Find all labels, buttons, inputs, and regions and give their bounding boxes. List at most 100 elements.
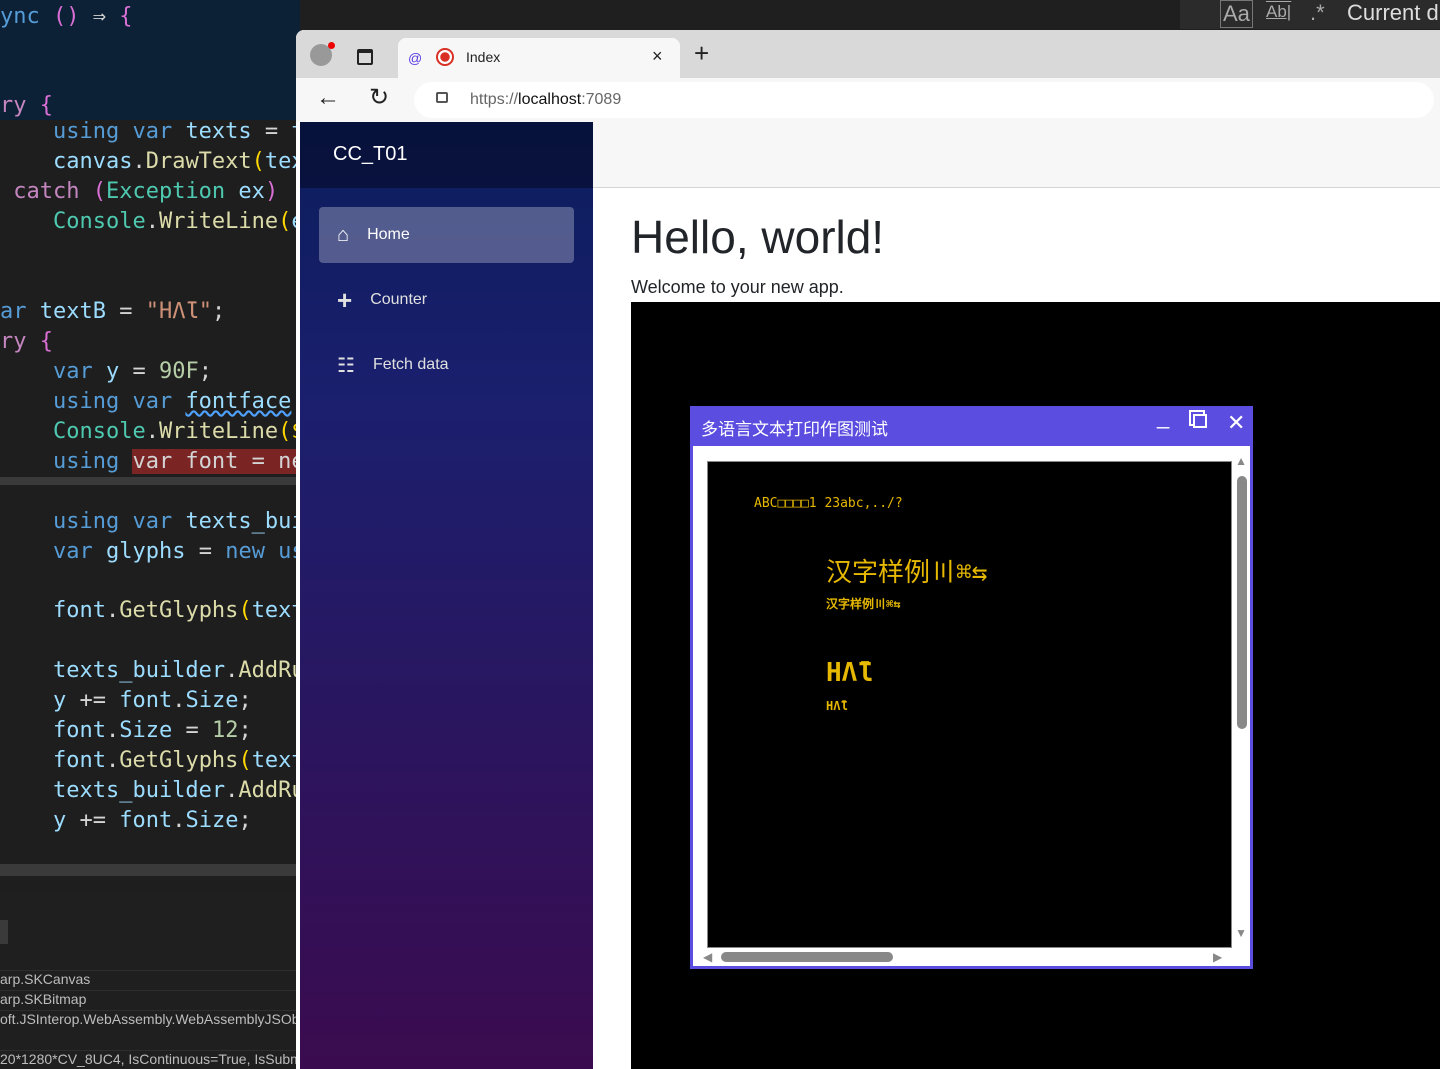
code-line[interactable]: ry { bbox=[0, 327, 53, 357]
code-token: ry bbox=[0, 329, 40, 354]
list-icon: ☷ bbox=[337, 353, 355, 378]
code-token: ; bbox=[238, 808, 251, 833]
dialog-window: 多语言文本打印作图测试 _ ✕ ABC□□□□1 23abc,../? 汉字样例… bbox=[690, 406, 1253, 969]
back-icon[interactable]: ← bbox=[316, 84, 340, 112]
code-token: texts_buil bbox=[185, 509, 300, 534]
code-line[interactable]: canvas.DrawText(text bbox=[0, 147, 300, 177]
code-token: ; bbox=[212, 299, 225, 324]
nav-fetch-data[interactable]: ☷Fetch data bbox=[319, 337, 574, 393]
locals-row: arp.SKBitmap bbox=[0, 990, 300, 1009]
code-token: 90F bbox=[159, 359, 199, 384]
code-token: texts bbox=[185, 119, 251, 144]
close-tab-icon[interactable]: × bbox=[652, 46, 663, 67]
search-scope[interactable]: Current d bbox=[1347, 0, 1439, 26]
horizontal-scrollbar[interactable] bbox=[0, 864, 300, 876]
main-content: Hello, world! Welcome to your new app. 多… bbox=[593, 122, 1440, 1069]
code-token: using bbox=[0, 449, 132, 474]
code-editor[interactable]: ync () ⇒ {ry { using var texts = te canv… bbox=[0, 0, 300, 1069]
sample-text-cjk-small: 汉字样例〣⌘⇆ bbox=[826, 595, 900, 612]
code-token: WriteLine bbox=[159, 419, 278, 444]
address-bar[interactable]: https://localhost:7089 bbox=[414, 82, 1434, 118]
code-line[interactable]: catch (Exception ex) bbox=[0, 177, 278, 207]
code-line[interactable]: font.GetGlyphs(textB bbox=[0, 596, 300, 626]
regex-toggle[interactable]: .* bbox=[1310, 0, 1325, 26]
code-token: textB bbox=[252, 748, 300, 773]
nav-counter[interactable]: +Counter bbox=[319, 272, 574, 328]
sample-text-cjk-large: 汉字样例〣⌘⇆ bbox=[826, 552, 987, 589]
dialog-titlebar[interactable]: 多语言文本打印作图测试 _ ✕ bbox=[693, 406, 1250, 446]
code-line[interactable]: y += font.Size; bbox=[0, 806, 252, 836]
code-token: "HΛ̄Ɩ" bbox=[146, 299, 212, 324]
address-bar-row: ← ↻ https://localhost:7089 bbox=[296, 78, 1440, 122]
skia-canvas[interactable]: 多语言文本打印作图测试 _ ✕ ABC□□□□1 23abc,../? 汉字样例… bbox=[631, 302, 1440, 1069]
code-token: () bbox=[53, 4, 80, 29]
minimize-icon[interactable]: _ bbox=[1157, 404, 1169, 430]
code-token: ex bbox=[225, 179, 265, 204]
code-token: { bbox=[119, 4, 132, 29]
code-token: var bbox=[0, 359, 106, 384]
code-token: texts_builder bbox=[0, 658, 225, 683]
code-line[interactable]: texts_builder.AddRun bbox=[0, 656, 300, 686]
code-token: { bbox=[40, 329, 53, 354]
editor-divider bbox=[0, 477, 300, 485]
brand[interactable]: CC_T01 bbox=[300, 122, 593, 188]
dropdown[interactable] bbox=[0, 920, 8, 944]
code-line[interactable]: var y = 90F; bbox=[0, 357, 212, 387]
code-token: Console bbox=[0, 209, 146, 234]
code-line[interactable]: ync () ⇒ { bbox=[0, 2, 132, 32]
code-token: ⇒ bbox=[79, 4, 119, 29]
scroll-down-arrow-icon[interactable]: ▼ bbox=[1235, 926, 1247, 940]
code-token: ( bbox=[252, 149, 265, 174]
code-token: Size bbox=[119, 718, 172, 743]
code-line[interactable]: Console.WriteLine(ex bbox=[0, 207, 300, 237]
code-token: ync bbox=[0, 4, 53, 29]
code-token: font bbox=[119, 808, 172, 833]
code-token: ; bbox=[238, 688, 251, 713]
url-scheme: https:// bbox=[470, 91, 518, 108]
sample-text-special-small: HΛ̄Ɩ bbox=[826, 699, 848, 713]
nav-home[interactable]: ⌂Home bbox=[319, 207, 574, 263]
code-token: . bbox=[146, 209, 159, 234]
scroll-up-arrow-icon[interactable]: ▲ bbox=[1235, 454, 1247, 468]
code-line[interactable]: var glyphs = new us bbox=[0, 537, 300, 567]
code-token: ( bbox=[278, 209, 291, 234]
code-token: . bbox=[132, 149, 145, 174]
code-token: AddRun bbox=[238, 658, 300, 683]
code-line[interactable]: font.Size = 12; bbox=[0, 716, 252, 746]
code-token: y bbox=[0, 808, 66, 833]
code-token: . bbox=[146, 419, 159, 444]
code-token: ; bbox=[238, 718, 251, 743]
code-token: . bbox=[172, 688, 185, 713]
match-case-toggle[interactable]: Aa bbox=[1220, 0, 1253, 28]
code-line[interactable]: using var texts_buil bbox=[0, 507, 300, 537]
code-token: var bbox=[0, 539, 106, 564]
sample-text-special-large: HΛ̄Ɩ bbox=[826, 658, 873, 688]
blazor-favicon-icon: @ bbox=[408, 50, 422, 66]
code-token: = bbox=[172, 718, 212, 743]
page-title: Hello, world! bbox=[631, 210, 884, 264]
tab-index[interactable]: @ Index × bbox=[398, 38, 680, 78]
new-tab-button[interactable]: + bbox=[694, 38, 709, 69]
close-icon[interactable]: ✕ bbox=[1227, 410, 1245, 436]
scroll-left-arrow-icon[interactable]: ◀ bbox=[703, 950, 712, 964]
code-token: DrawText bbox=[146, 149, 252, 174]
code-line[interactable]: using var font = new bbox=[0, 447, 300, 477]
code-line[interactable]: using var texts = te bbox=[0, 117, 300, 147]
code-token: ) bbox=[265, 179, 278, 204]
code-line[interactable]: ar textB = "HΛ̄Ɩ"; bbox=[0, 297, 225, 327]
web-page: CC_T01 ⌂Home +Counter ☷Fetch data Hello,… bbox=[300, 122, 1440, 1069]
scroll-right-arrow-icon[interactable]: ▶ bbox=[1213, 950, 1222, 964]
restore-icon[interactable] bbox=[1193, 414, 1207, 428]
locals-row: oft.JSInterop.WebAssembly.WebAssemblyJSO… bbox=[0, 1010, 300, 1029]
vertical-tabs-icon[interactable] bbox=[357, 49, 373, 65]
reload-icon[interactable]: ↻ bbox=[369, 83, 389, 112]
whole-word-toggle[interactable]: Ab| bbox=[1266, 2, 1291, 22]
code-line[interactable]: texts_builder.AddRun bbox=[0, 776, 300, 806]
vertical-scrollbar-thumb[interactable] bbox=[1237, 476, 1247, 729]
code-token: font bbox=[0, 748, 106, 773]
code-line[interactable]: Console.WriteLine($ bbox=[0, 417, 300, 447]
code-line[interactable]: y += font.Size; bbox=[0, 686, 252, 716]
horizontal-scrollbar-thumb[interactable] bbox=[721, 952, 893, 962]
code-line[interactable]: font.GetGlyphs(textB bbox=[0, 746, 300, 776]
code-line[interactable]: using var fontface = bbox=[0, 387, 300, 417]
